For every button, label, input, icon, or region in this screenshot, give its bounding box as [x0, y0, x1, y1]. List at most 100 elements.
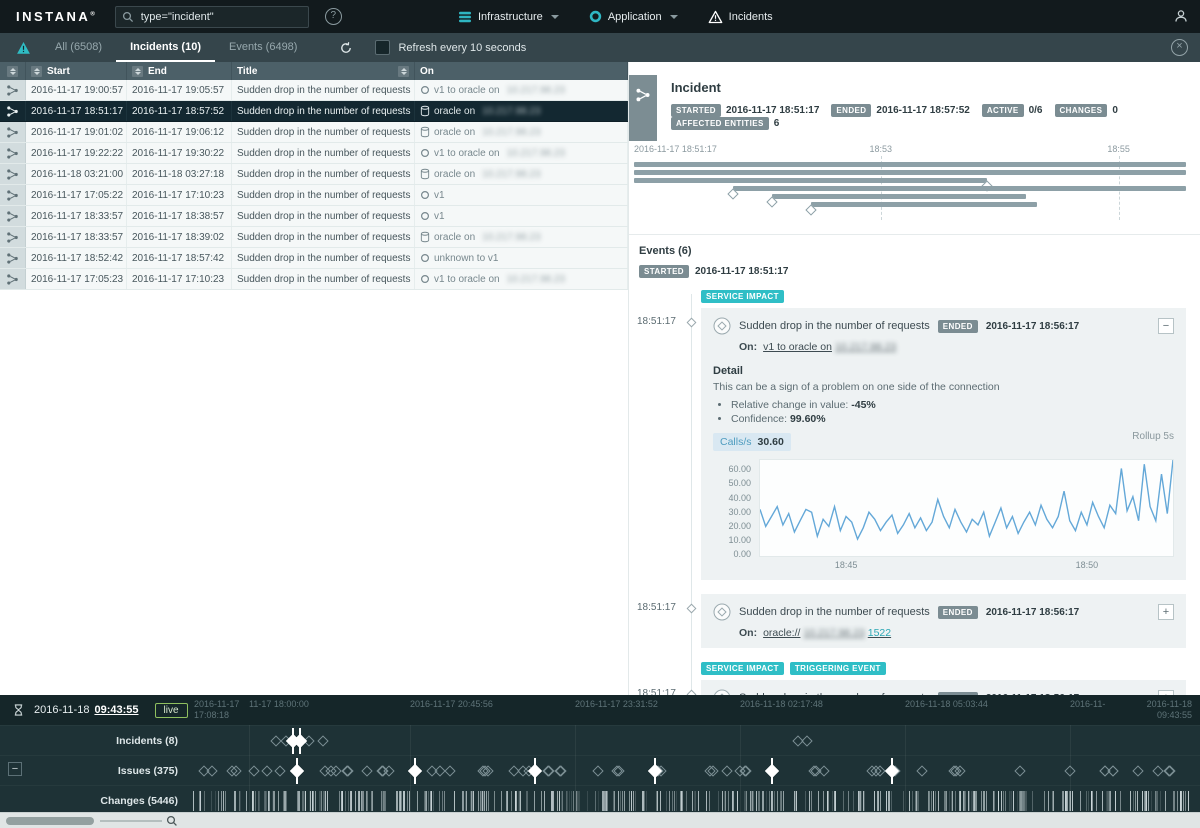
tab-events[interactable]: Events (6498)	[215, 33, 311, 62]
issue-marker[interactable]	[1152, 764, 1164, 777]
sort-icon[interactable]	[398, 65, 409, 77]
highlighted-issue-marker[interactable]	[884, 763, 900, 778]
issues-track[interactable]	[192, 756, 1192, 785]
table-row[interactable]: 2016-11-18 03:21:00 2016-11-18 03:27:18 …	[0, 164, 628, 185]
table-row[interactable]: 2016-11-17 18:51:17 2016-11-17 18:57:52 …	[0, 101, 628, 122]
nav-application[interactable]: Application	[589, 10, 678, 23]
timeline-tick-label: 2016-11-18 02:17:48	[740, 699, 823, 709]
header-on[interactable]: On	[415, 62, 628, 80]
header-title[interactable]: Title	[232, 62, 415, 80]
table-row[interactable]: 2016-11-17 19:00:57 2016-11-17 19:05:57 …	[0, 80, 628, 101]
change-tick	[954, 790, 956, 811]
search-box[interactable]	[114, 5, 309, 28]
change-tick	[1130, 790, 1132, 811]
close-icon[interactable]: ×	[1171, 39, 1188, 56]
entity-link[interactable]: v1 to oracle on 10.217.98.23	[763, 341, 896, 353]
change-tick	[1031, 790, 1033, 811]
issue-marker[interactable]	[433, 764, 446, 777]
entity-link[interactable]: oracle://10.217.98.23 1522	[763, 627, 891, 639]
table-row[interactable]: 2016-11-17 18:33:57 2016-11-17 18:39:02 …	[0, 227, 628, 248]
issue-marker[interactable]	[508, 764, 521, 777]
table-row[interactable]: 2016-11-17 17:05:23 2016-11-17 17:10:23 …	[0, 269, 628, 290]
nav-infrastructure[interactable]: Infrastructure	[458, 11, 559, 23]
scrollbar-handle[interactable]	[6, 817, 94, 825]
issue-marker[interactable]	[542, 764, 554, 777]
instana-logo[interactable]: INSTANA®	[16, 9, 95, 24]
table-row[interactable]: 2016-11-17 17:05:22 2016-11-17 17:10:23 …	[0, 185, 628, 206]
expand-event-button[interactable]: +	[1158, 604, 1174, 620]
y-axis-label: 60.00	[728, 464, 751, 475]
highlighted-issue-marker[interactable]	[407, 763, 423, 778]
nav-incidents[interactable]: Incidents	[708, 10, 773, 24]
issue-marker[interactable]	[1064, 764, 1076, 777]
issue-marker[interactable]	[1107, 764, 1120, 777]
live-button[interactable]: live	[154, 702, 188, 718]
sort-icon[interactable]	[7, 65, 18, 77]
change-tick	[416, 790, 418, 811]
change-tick	[308, 790, 310, 811]
refresh-icon[interactable]	[339, 41, 353, 55]
on-entity-label: unknown to v1	[434, 252, 499, 264]
sort-icon[interactable]	[132, 65, 143, 77]
changes-track[interactable]	[192, 786, 1192, 815]
main-nav: Infrastructure Application Incidents	[458, 0, 773, 33]
collapse-timeline-button[interactable]: −	[8, 762, 22, 776]
issue-marker[interactable]	[721, 764, 733, 777]
header-end[interactable]: End	[127, 62, 232, 80]
refresh-checkbox[interactable]	[375, 40, 391, 55]
highlighted-issue-marker[interactable]	[289, 763, 305, 778]
gantt-tick-label: 18:53	[869, 144, 892, 154]
header-start[interactable]: Start	[26, 62, 127, 80]
service-icon	[420, 148, 430, 158]
change-tick	[831, 790, 833, 811]
issue-marker[interactable]	[818, 764, 830, 777]
table-row[interactable]: 2016-11-17 19:01:02 2016-11-17 19:06:12 …	[0, 122, 628, 143]
graph-icon	[7, 189, 18, 201]
service-icon	[420, 85, 430, 95]
table-row[interactable]: 2016-11-17 19:22:22 2016-11-17 19:30:22 …	[0, 143, 628, 164]
table-row[interactable]: 2016-11-17 18:52:42 2016-11-17 18:57:42 …	[0, 248, 628, 269]
change-tick	[409, 790, 411, 811]
issue-marker[interactable]	[248, 764, 260, 777]
issue-marker[interactable]	[1132, 764, 1144, 777]
zoom-icon[interactable]	[166, 815, 178, 827]
issue-marker[interactable]	[361, 764, 373, 777]
incident-detail-panel: Incident STARTED 2016-11-17 18:51:17 ENDED…	[628, 62, 1200, 695]
change-tick	[1176, 790, 1178, 811]
highlighted-issue-marker[interactable]	[764, 763, 780, 778]
user-icon[interactable]	[1174, 9, 1188, 23]
table-row[interactable]: 2016-11-17 18:33:57 2016-11-17 18:38:57 …	[0, 206, 628, 227]
incident-marker[interactable]	[801, 734, 813, 747]
on-entity-label: oracle on	[434, 105, 476, 117]
header-icon-col	[0, 62, 26, 80]
change-tick	[1069, 790, 1071, 811]
metric-chip[interactable]: Calls/s 30.60	[713, 433, 791, 451]
change-tick	[1137, 790, 1139, 811]
help-icon[interactable]: ?	[324, 8, 342, 25]
change-tick	[398, 790, 401, 811]
incident-marker[interactable]	[317, 734, 329, 747]
sort-icon[interactable]	[31, 65, 42, 77]
current-time-link[interactable]: 09:43:55	[94, 704, 138, 716]
search-input[interactable]	[138, 9, 302, 24]
issue-marker[interactable]	[1013, 764, 1026, 777]
change-tick	[673, 790, 675, 811]
incidents-track[interactable]	[192, 726, 1192, 755]
issue-marker[interactable]	[591, 764, 604, 777]
change-tick	[902, 790, 904, 811]
tab-all[interactable]: All (6508)	[41, 33, 116, 62]
issue-marker[interactable]	[206, 764, 218, 777]
issue-marker[interactable]	[274, 764, 286, 777]
row-type-cell	[0, 248, 26, 268]
issue-marker[interactable]	[916, 764, 928, 777]
issue-marker[interactable]	[340, 764, 353, 777]
issue-marker[interactable]	[260, 764, 273, 777]
change-tick	[341, 790, 344, 811]
change-tick	[1120, 790, 1122, 811]
change-tick	[951, 790, 953, 811]
timeline-scrollbar[interactable]	[0, 812, 1200, 828]
tab-incidents[interactable]: Incidents (10)	[116, 33, 215, 62]
detail-text: This can be a sign of a problem on one s…	[713, 381, 1000, 393]
collapse-event-button[interactable]: −	[1158, 318, 1174, 334]
change-tick	[1023, 790, 1025, 811]
